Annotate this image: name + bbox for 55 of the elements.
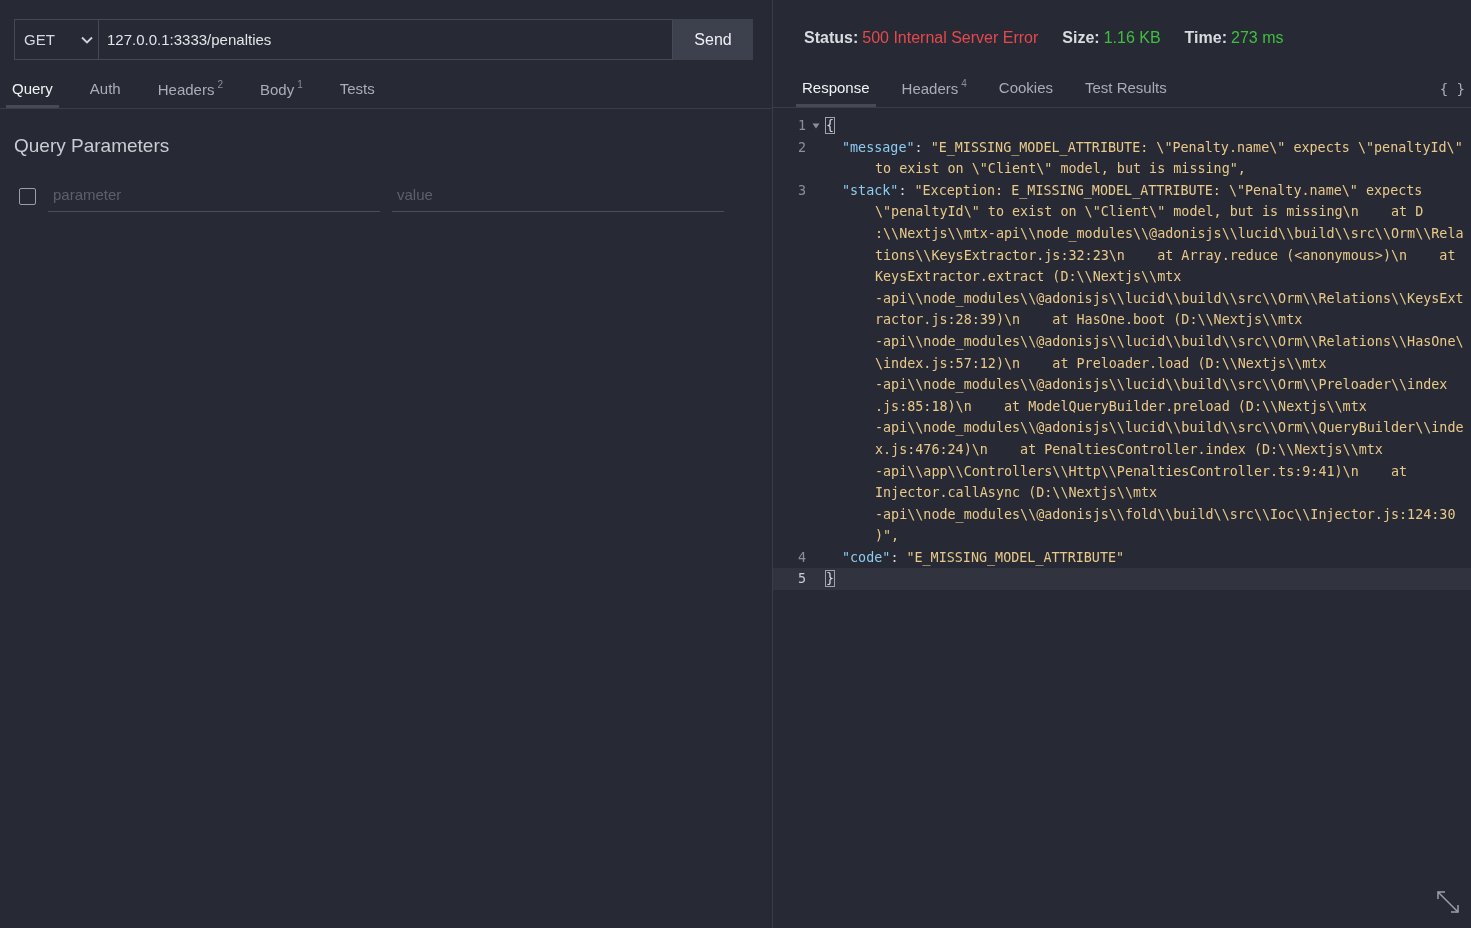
- status-value: 273 ms: [1231, 29, 1284, 48]
- status-value: 1.16 KB: [1103, 29, 1161, 48]
- json-colon: :: [914, 139, 923, 155]
- json-string: -api\\node_modules\\@adonisjs\\lucid\\build\\src\\Orm\\QueryBuilder\\inde: [875, 420, 1464, 436]
- json-string: -api\\node_modules\\@adonisjs\\fold\\build\\src\\Ioc\\Injector.js:124:30: [875, 506, 1456, 522]
- status-value: 500 Internal Server Error: [862, 29, 1039, 48]
- json-string: "E_MISSING_MODEL_ATTRIBUTE: \"Penalty.name\" expects \"penaltyId\": [930, 139, 1463, 155]
- tab[interactable]: Query: [6, 71, 59, 108]
- json-string: to exist on \"Client\" model, but is missing",: [875, 161, 1246, 177]
- json-colon: :: [898, 182, 907, 198]
- json-string: -api\\node_modules\\@adonisjs\\lucid\\build\\src\\Orm\\Relations\\KeysExt: [875, 290, 1464, 306]
- checkbox[interactable]: [19, 187, 36, 205]
- tab[interactable]: Cookies: [992, 70, 1059, 107]
- tab[interactable]: Headers $^{4}$: [895, 70, 973, 107]
- json-key: "code": [842, 549, 891, 565]
- json-string: "Exception: E_MISSING_MODEL_ATTRIBUTE: \"Penalty.name\" expects: [914, 182, 1423, 198]
- json-brace: }: [826, 571, 835, 587]
- expand-icon: [1436, 890, 1460, 914]
- json-string: "E_MISSING_MODEL_ATTRIBUTE": [906, 549, 1125, 565]
- json-string: :\\Nextjs\\mtx-api\\node_modules\\@adonisjs\\lucid\\build\\src\\Orm\\Rela: [875, 225, 1464, 241]
- json-key: "stack": [842, 182, 899, 198]
- line-number: 2: [797, 138, 806, 157]
- json-string: )",: [875, 528, 900, 544]
- json-string: KeysExtractor.extract (D:\\Nextjs\\mtx: [875, 269, 1182, 285]
- section-title: Query Parameters: [14, 135, 171, 157]
- tab[interactable]: Test Results: [1079, 70, 1173, 107]
- line-number: 1: [797, 117, 806, 135]
- json-brace: {: [826, 118, 835, 133]
- json-string: .js:85:18)\n at ModelQueryBuilder.preload (D:\\Nextjs\\mtx: [875, 398, 1367, 414]
- json-string: ractor.js:28:39)\n at HasOne.boot (D:\\Nextjs\\mtx: [875, 312, 1303, 328]
- json-string: \"penaltyId\" to exist on \"Client\" model, but is missing\n at D: [875, 204, 1424, 220]
- tab[interactable]: Body $^{1}$: [254, 71, 309, 108]
- json-colon: :: [890, 549, 899, 565]
- json-string: tions\\KeysExtractor.js:32:23\n at Array.reduce (<anonymous>)\n at: [875, 247, 1456, 263]
- chevron-down-icon: [81, 35, 93, 44]
- status-label: Time:: [1184, 29, 1227, 48]
- json-string: -api\\app\\Controllers\\Http\\PenaltiesController.ts:9:41)\n at: [875, 463, 1408, 479]
- json-string: -api\\node_modules\\@adonisjs\\lucid\\build\\src\\Orm\\Relations\\HasOne\: [875, 333, 1464, 349]
- json-string: Injector.callAsync (D:\\Nextjs\\mtx: [875, 485, 1158, 501]
- line-number: 3: [797, 181, 806, 200]
- json-string: -api\\node_modules\\@adonisjs\\lucid\\build\\src\\Orm\\Preloader\\index: [875, 377, 1448, 393]
- send-button[interactable]: Send: [673, 19, 753, 60]
- line-number: 4: [797, 548, 806, 567]
- tab[interactable]: Headers $^{2}$: [151, 71, 229, 108]
- line-number: 5: [797, 570, 806, 589]
- tab[interactable]: Response: [796, 70, 876, 107]
- json-string: x.js:476:24)\n at PenaltiesController.index (D:\\Nextjs\\mtx: [875, 441, 1383, 457]
- status-label: Status:: [804, 29, 859, 48]
- tab[interactable]: Auth: [83, 71, 127, 108]
- json-string: \index.js:57:12)\n at Preloader.load (D:\\Nextjs\\mtx: [875, 355, 1327, 371]
- url-field[interactable]: 127.0.0.1:3333/penalties: [98, 19, 673, 60]
- json-key: "message": [842, 139, 915, 155]
- format-toggle[interactable]: { }: [1433, 73, 1471, 107]
- tab[interactable]: Tests: [333, 71, 381, 108]
- status-label: Size:: [1062, 29, 1100, 48]
